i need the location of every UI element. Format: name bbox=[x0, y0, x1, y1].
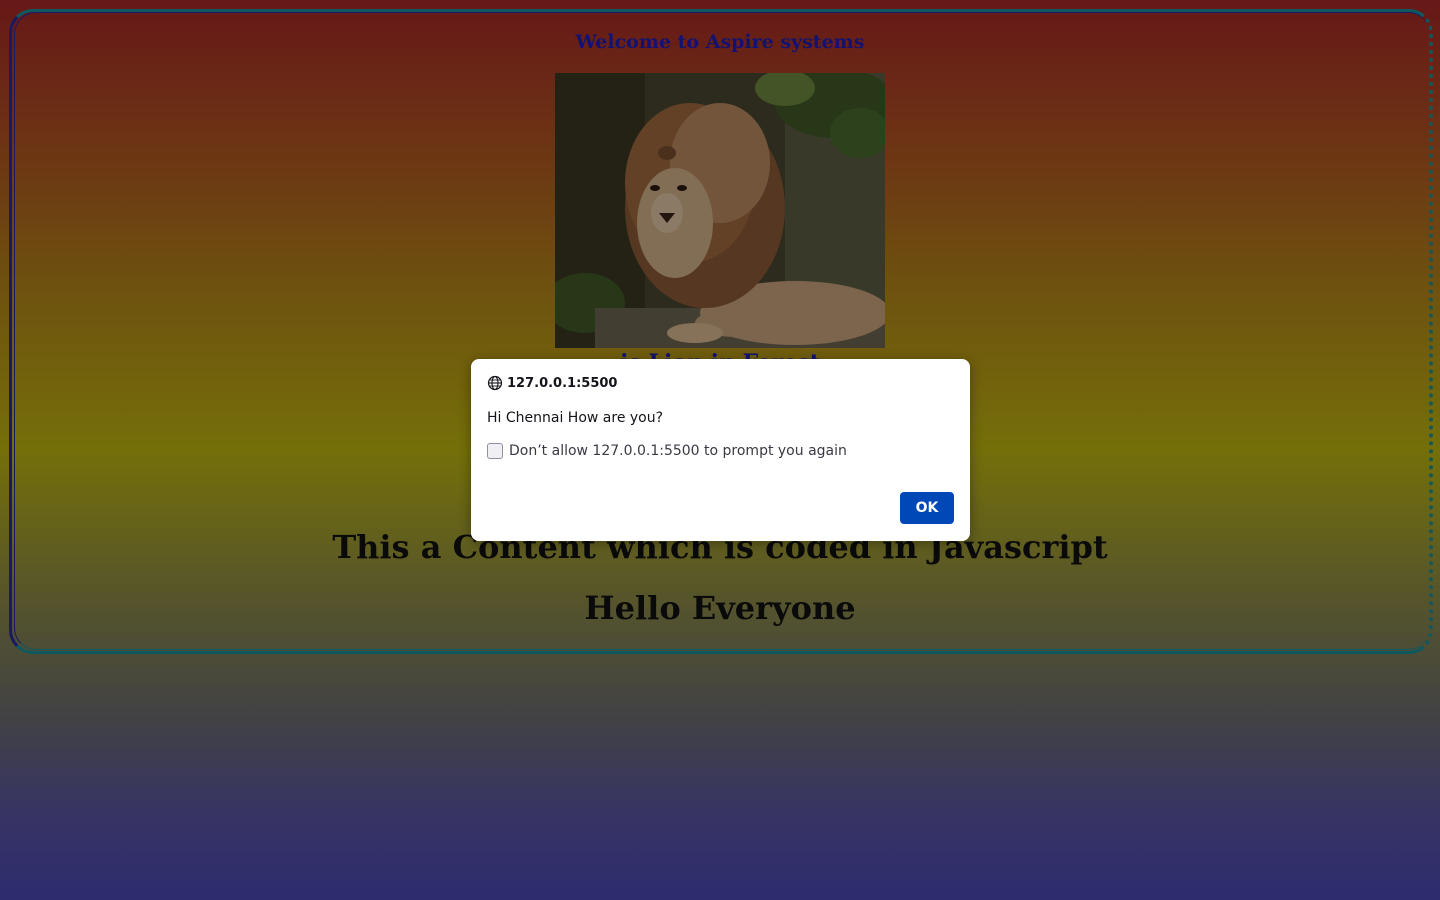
prompt-dialog: 127.0.0.1:5500 Hi Chennai How are you? D… bbox=[471, 359, 970, 541]
dialog-message: Hi Chennai How are you? bbox=[487, 410, 664, 426]
dialog-origin-text: 127.0.0.1:5500 bbox=[507, 375, 618, 391]
dialog-origin: 127.0.0.1:5500 bbox=[487, 375, 617, 391]
globe-icon bbox=[487, 375, 503, 391]
dont-allow-checkbox[interactable] bbox=[487, 443, 503, 459]
dont-allow-checkbox-row[interactable]: Don’t allow 127.0.0.1:5500 to prompt you… bbox=[487, 443, 847, 459]
ok-button[interactable]: OK bbox=[900, 492, 954, 524]
dont-allow-checkbox-label: Don’t allow 127.0.0.1:5500 to prompt you… bbox=[509, 443, 847, 459]
